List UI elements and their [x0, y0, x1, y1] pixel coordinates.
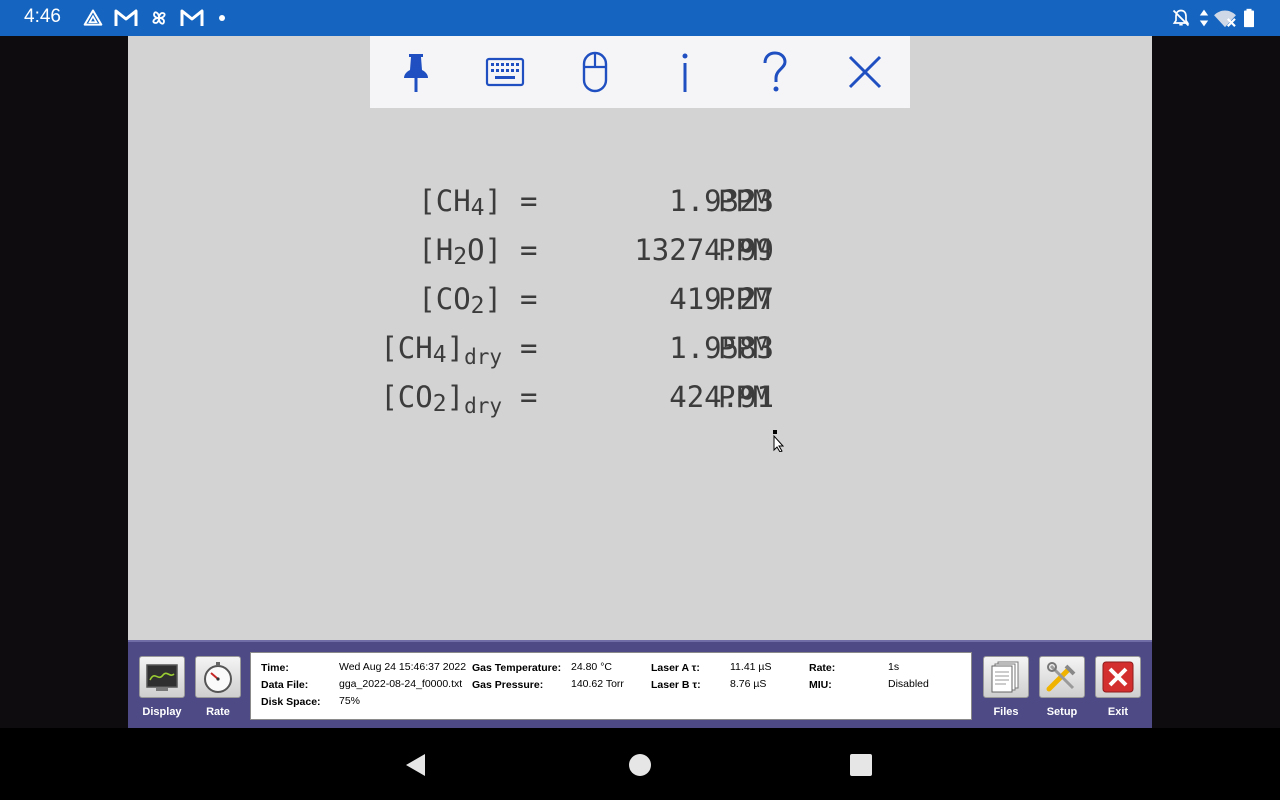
equals-sign: =	[520, 233, 538, 267]
files-icon	[983, 656, 1029, 698]
gas-pressure-label: Gas Pressure:	[472, 679, 544, 691]
setup-button[interactable]: Setup	[1039, 656, 1085, 718]
mouse-icon[interactable]	[575, 50, 615, 94]
help-icon[interactable]	[755, 50, 795, 94]
miu-label: MIU:	[809, 679, 832, 691]
reading-species: [CO2]dry	[380, 380, 502, 418]
gas-temperature-label: Gas Temperature:	[472, 662, 562, 674]
reading-ch4: [CH4] = 1.9323 PPM	[128, 181, 1152, 221]
info-icon[interactable]	[665, 50, 705, 94]
equals-sign: =	[520, 184, 538, 218]
wifi-off-icon	[1212, 8, 1238, 28]
gas-temperature-value: 24.80 °C	[571, 661, 612, 673]
rate-label: Rate	[206, 706, 230, 718]
files-button[interactable]: Files	[983, 656, 1029, 718]
monitor-icon	[139, 656, 185, 698]
battery-icon	[1242, 8, 1256, 28]
gmail-icon	[114, 8, 138, 28]
data-file-label: Data File:	[261, 679, 309, 691]
reading-species: [CO2]	[418, 282, 502, 319]
disk-space-label: Disk Space:	[261, 696, 321, 708]
reading-h2o: [H2O] = 13274.99 PPM	[128, 230, 1152, 270]
reading-unit: PPM	[718, 282, 771, 316]
home-icon[interactable]	[627, 752, 653, 778]
reading-unit: PPM	[718, 233, 771, 267]
clock: 4:46	[24, 6, 61, 27]
reading-unit: PPM	[718, 380, 771, 414]
gmail-icon	[180, 8, 204, 28]
back-icon[interactable]	[403, 752, 429, 778]
tools-icon	[1039, 656, 1085, 698]
reading-species: [CH4]dry	[380, 331, 502, 369]
reading-co2-dry: [CO2]dry = 424.91 PPM	[128, 377, 1152, 418]
recents-icon[interactable]	[848, 752, 874, 778]
navigation-bar	[0, 728, 1280, 800]
reading-species: [CH4]	[418, 184, 502, 221]
close-icon[interactable]	[845, 50, 885, 94]
status-bar: 4:46	[0, 0, 1280, 36]
stopwatch-icon	[195, 656, 241, 698]
reading-species: [H2O]	[418, 233, 502, 270]
exit-label: Exit	[1107, 706, 1129, 718]
laser-a-value: 11.41 µS	[730, 661, 772, 673]
equals-sign: =	[520, 331, 538, 365]
reading-unit: PPM	[718, 184, 771, 218]
mouse-pointer-icon	[772, 430, 786, 453]
equals-sign: =	[520, 380, 538, 414]
laser-b-value: 8.76 µS	[730, 678, 767, 690]
notifications-off-icon	[1170, 8, 1192, 28]
time-value: Wed Aug 24 15:46:37 2022	[339, 661, 467, 673]
gas-pressure-value: 140.62 Torr	[571, 678, 624, 690]
pin-icon[interactable]	[396, 50, 436, 94]
pinwheel-icon	[148, 8, 170, 28]
rate-info-value: 1s	[888, 661, 900, 673]
display-label: Display	[142, 706, 182, 718]
miu-value: Disabled	[888, 678, 929, 690]
exit-icon	[1095, 656, 1141, 698]
analyzer-window: [CH4] = 1.9323 PPM [H2O] = 13274.99 PPM …	[128, 36, 1152, 728]
laser-a-label: Laser A τ:	[651, 662, 700, 674]
files-label: Files	[993, 706, 1019, 718]
status-panel: Display Rate Time: Wed Aug 24 15:46:37 2…	[128, 640, 1152, 728]
data-file-value: gga_2022-08-24_f0000.txt	[339, 678, 463, 690]
reading-co2: [CO2] = 419.27 PPM	[128, 279, 1152, 319]
info-panel: Time: Wed Aug 24 15:46:37 2022 Data File…	[250, 652, 972, 720]
data-arrows-icon	[1198, 8, 1210, 28]
reading-ch4-dry: [CH4]dry = 1.9583 PPM	[128, 328, 1152, 369]
remote-toolbar	[370, 36, 910, 108]
reading-unit: PPM	[718, 331, 771, 365]
time-label: Time:	[261, 662, 289, 674]
exit-button[interactable]: Exit	[1095, 656, 1141, 718]
display-button[interactable]: Display	[139, 656, 185, 718]
rate-info-label: Rate:	[809, 662, 836, 674]
dot-icon	[216, 8, 228, 28]
setup-label: Setup	[1046, 706, 1078, 718]
laser-b-label: Laser B τ:	[651, 679, 701, 691]
disk-space-value: 75%	[339, 695, 361, 707]
rate-button[interactable]: Rate	[195, 656, 241, 718]
equals-sign: =	[520, 282, 538, 316]
keyboard-icon[interactable]	[485, 50, 525, 94]
triangle-app-icon	[82, 8, 104, 28]
